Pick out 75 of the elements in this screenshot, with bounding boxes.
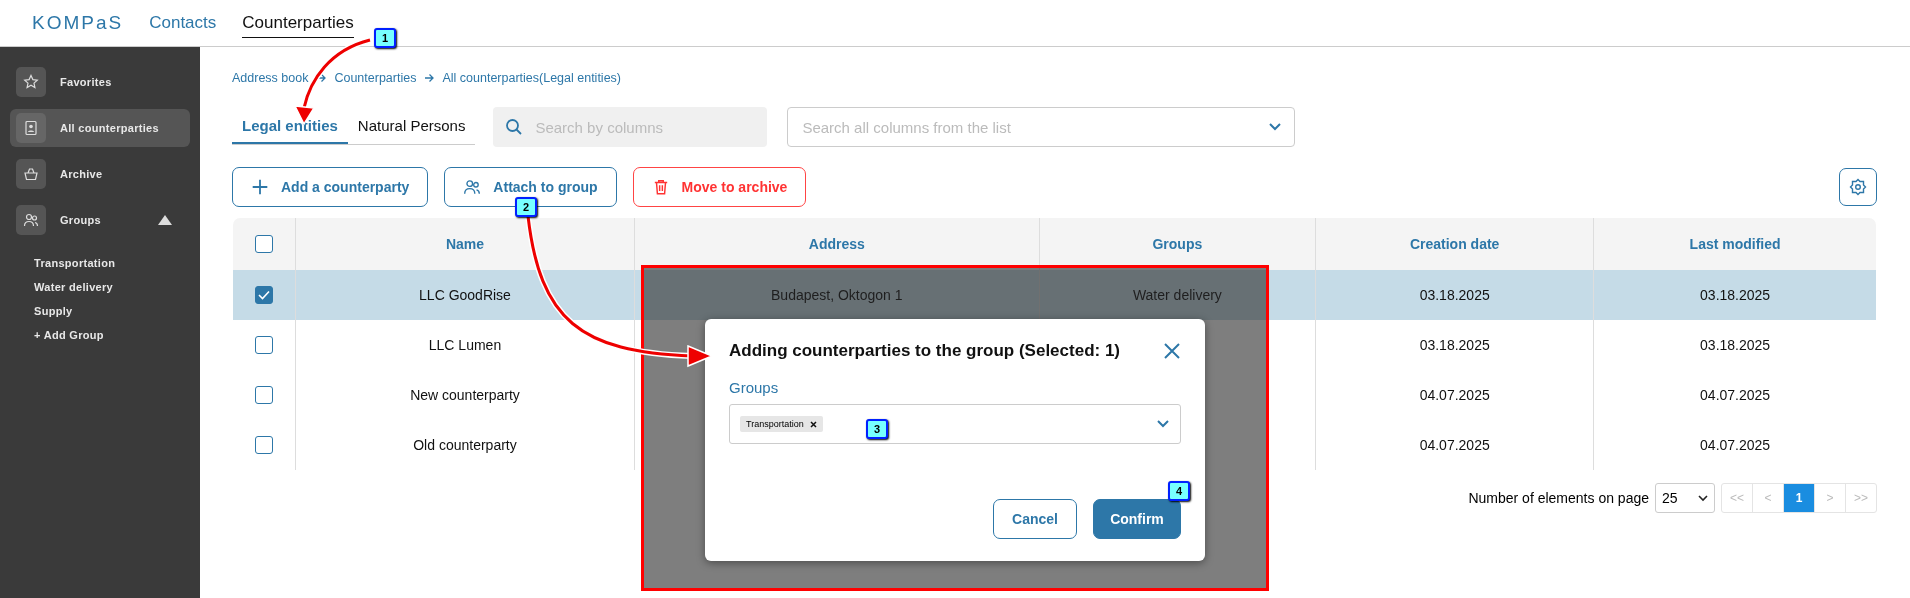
step-badge: 4 [1168, 481, 1190, 501]
checkbox[interactable] [255, 436, 273, 455]
table-cell: 03.18.2025 [1700, 337, 1771, 353]
arrow-right-icon [316, 73, 327, 83]
column-header[interactable]: Name [445, 236, 485, 252]
logo: KOMPaS [32, 12, 124, 34]
step-badge: 3 [866, 419, 888, 439]
checkbox[interactable] [255, 336, 273, 355]
table-cell: 04.07.2025 [1700, 387, 1771, 403]
toolbar-button[interactable]: Add a counterparty [232, 167, 429, 207]
page-button[interactable]: 1 [1783, 484, 1814, 512]
sidebar-label: Groups [60, 214, 101, 226]
table-cell: LLC Lumen [428, 337, 502, 353]
checkbox[interactable] [255, 286, 273, 305]
nav-link[interactable]: Contacts [149, 8, 217, 38]
sidebar-item[interactable]: All counterparties [10, 109, 190, 147]
close-icon[interactable] [1163, 342, 1181, 360]
page-size-select[interactable]: 25 [1655, 483, 1715, 513]
table-cell: 03.18.2025 [1700, 287, 1771, 303]
table-cell: Budapest, Oktogon 1 [771, 287, 903, 303]
checkbox[interactable] [255, 386, 273, 405]
table-cell: 04.07.2025 [1419, 387, 1490, 403]
collapse-icon[interactable] [158, 215, 172, 225]
basket-icon [16, 159, 46, 189]
table-cell: Water delivery [1132, 287, 1222, 303]
table-cell: 04.07.2025 [1700, 437, 1771, 453]
plus-icon [251, 178, 269, 196]
sidebar-label: Favorites [60, 76, 112, 88]
settings-button[interactable] [1839, 168, 1877, 206]
nav-link[interactable]: Counterparties [242, 8, 354, 38]
chevron-down-icon [1268, 122, 1283, 132]
checkbox[interactable] [255, 235, 273, 254]
column-header[interactable]: Groups [1152, 236, 1203, 252]
dialog-title: Adding counterparties to the group (Selected: 1) [729, 341, 1121, 361]
remove-icon[interactable] [809, 420, 817, 428]
step-badge: 2 [515, 197, 537, 217]
sidebar-subitem[interactable]: Transportation [34, 257, 190, 269]
table-cell: 03.18.2025 [1419, 287, 1490, 303]
toolbar-button[interactable]: Move to archive [632, 167, 807, 207]
tab[interactable]: Natural Persons [347, 109, 476, 144]
sidebar-subitem[interactable]: Water delivery [34, 281, 190, 293]
sidebar-item[interactable]: Archive [10, 155, 190, 193]
column-header[interactable]: Address [808, 236, 865, 252]
table-cell: 03.18.2025 [1419, 337, 1490, 353]
people-icon [16, 205, 46, 235]
table-row[interactable]: LLC GoodRise Budapest, Oktogon 1 Water delivery 03.18.2025 03.18.2025 [233, 270, 1876, 320]
table-cell: LLC GoodRise [419, 287, 511, 303]
breadcrumb-link[interactable]: Counterparties [334, 71, 417, 85]
arrow-right-icon [424, 73, 435, 83]
chevron-down-icon [1698, 494, 1708, 502]
table-cell: 04.07.2025 [1419, 437, 1490, 453]
page-size-label: Number of elements on page [1468, 490, 1649, 506]
breadcrumb-link[interactable]: All counterparties(Legal entities) [442, 71, 621, 85]
sidebar-label: Archive [60, 168, 103, 180]
sidebar-subitem[interactable]: Supply [34, 305, 190, 317]
settings-icon [1849, 178, 1867, 196]
column-header[interactable]: Last modified [1689, 236, 1781, 252]
chevron-down-icon [1156, 419, 1170, 429]
contact-card-icon [16, 113, 46, 143]
sidebar-label: All counterparties [60, 122, 159, 134]
field-label: Groups [729, 379, 780, 396]
dialog-button[interactable]: Confirm [1093, 499, 1181, 539]
check-icon [258, 290, 270, 301]
table-cell: Old counterparty [413, 437, 517, 453]
tag-chip: Transportation [740, 416, 823, 432]
table-cell: New counterparty [410, 387, 520, 403]
column-header[interactable]: Creation date [1409, 236, 1500, 252]
sidebar-subitem[interactable]: + Add Group [34, 329, 190, 341]
dialog-button[interactable]: Cancel [993, 499, 1077, 539]
sidebar-item[interactable]: Groups [10, 201, 190, 239]
breadcrumb-link[interactable]: Address book [232, 71, 309, 85]
sidebar-item[interactable]: Favorites [10, 63, 190, 101]
people-icon [463, 178, 482, 196]
step-badge: 1 [374, 28, 396, 48]
search-icon [505, 118, 524, 136]
